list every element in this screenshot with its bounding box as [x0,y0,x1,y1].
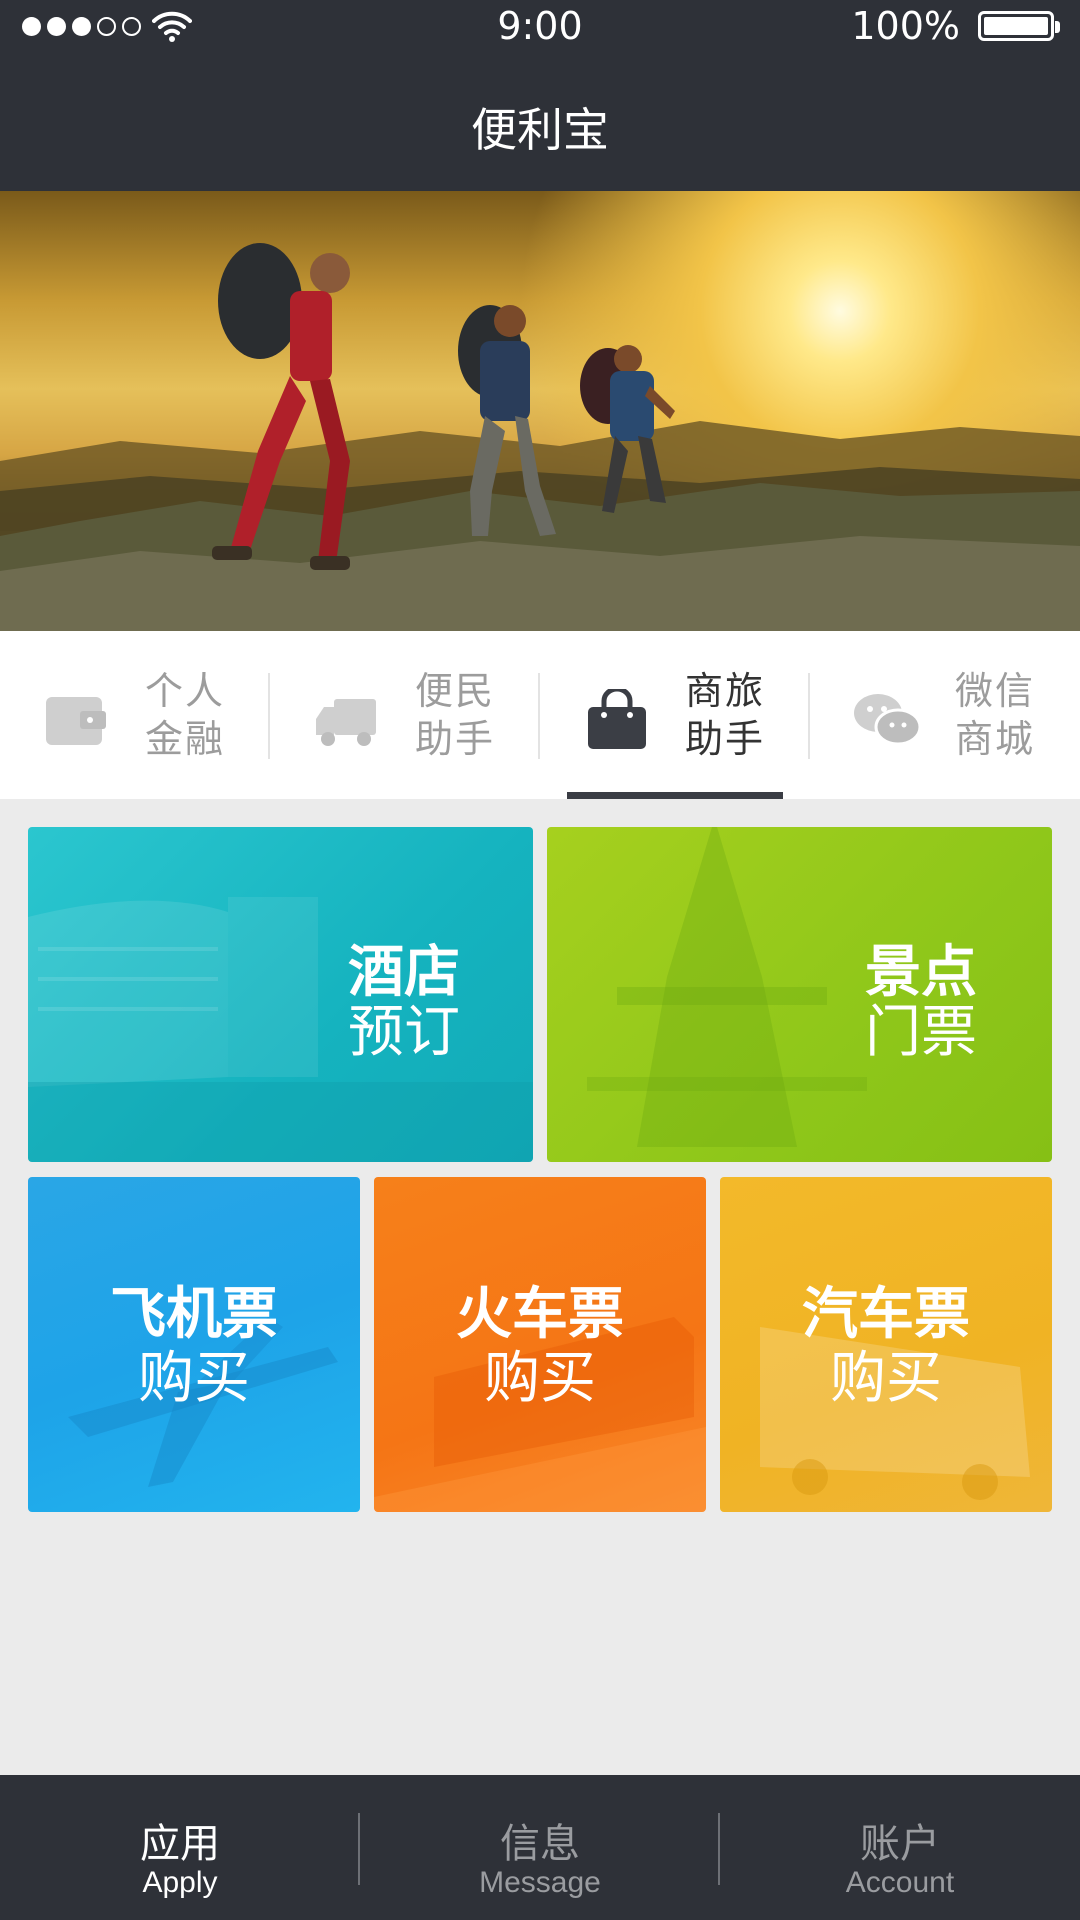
tab-label-line1: 微信 [955,669,1036,713]
promo-banner[interactable] [0,191,1080,631]
tab-wechat-mall[interactable]: 微信 商城 [810,631,1080,799]
active-tab-indicator [567,792,783,799]
tab-label-line1: 个人 [145,669,226,713]
tab-label-line2: 助手 [415,717,496,761]
tile-title: 酒店 [348,940,460,1005]
tile-subtitle: 门票 [865,1000,977,1065]
battery-icon [978,11,1060,41]
tile-title: 飞机票 [110,1282,278,1347]
tab-business-travel[interactable]: 商旅 助手 [540,631,810,799]
bottom-tab-sublabel: Message [479,1866,601,1899]
app-header: 便利宝 [0,54,1080,191]
category-tabs: 个人 金融 便民 助手 商旅 助手 微信 商城 [0,631,1080,799]
tab-label-line1: 便民 [415,669,496,713]
bottom-tab-label: 账户 [860,1821,940,1867]
wallet-icon [46,697,106,745]
bottom-tab-label: 信息 [500,1821,580,1867]
hikers-sunset-image [0,243,1080,631]
bottom-tab-bar: 应用 Apply 信息 Message 账户 Account [0,1775,1080,1920]
bus-ticket-tile[interactable]: 汽车票 购买 [720,1177,1052,1512]
bottom-tab-apply[interactable]: 应用 Apply [0,1775,360,1920]
tab-label-line1: 商旅 [685,669,766,713]
train-ticket-tile[interactable]: 火车票 购买 [374,1177,706,1512]
hotel-booking-tile[interactable]: 酒店 预订 [28,827,533,1162]
bottom-tab-sublabel: Apply [142,1866,218,1899]
tile-subtitle: 预订 [348,1000,460,1065]
tab-label-line2: 金融 [145,717,226,761]
bottom-tab-message[interactable]: 信息 Message [360,1775,720,1920]
bottom-tab-account[interactable]: 账户 Account [720,1775,1080,1920]
tab-personal-finance[interactable]: 个人 金融 [0,631,270,799]
status-bar: 9:00 100% [0,0,1080,54]
bottom-tab-label: 应用 [140,1821,220,1867]
tab-label-line2: 助手 [685,717,766,761]
tile-subtitle: 购买 [138,1346,250,1411]
tile-title: 火车票 [456,1282,624,1347]
wechat-icon [854,694,922,746]
flight-ticket-tile[interactable]: 飞机票 购买 [28,1177,360,1512]
truck-icon [316,699,376,746]
tile-title: 景点 [865,940,977,1005]
shopping-bag-icon [588,689,646,749]
battery-percentage: 100% [851,4,960,48]
tile-subtitle: 购买 [830,1346,942,1411]
scenic-ticket-tile[interactable]: 景点 门票 [547,827,1052,1162]
tile-subtitle: 购买 [484,1346,596,1411]
tab-convenience[interactable]: 便民 助手 [270,631,540,799]
bottom-tab-sublabel: Account [845,1866,955,1899]
tile-title: 汽车票 [802,1282,970,1347]
tab-label-line2: 商城 [955,717,1036,761]
page-title: 便利宝 [471,103,609,157]
